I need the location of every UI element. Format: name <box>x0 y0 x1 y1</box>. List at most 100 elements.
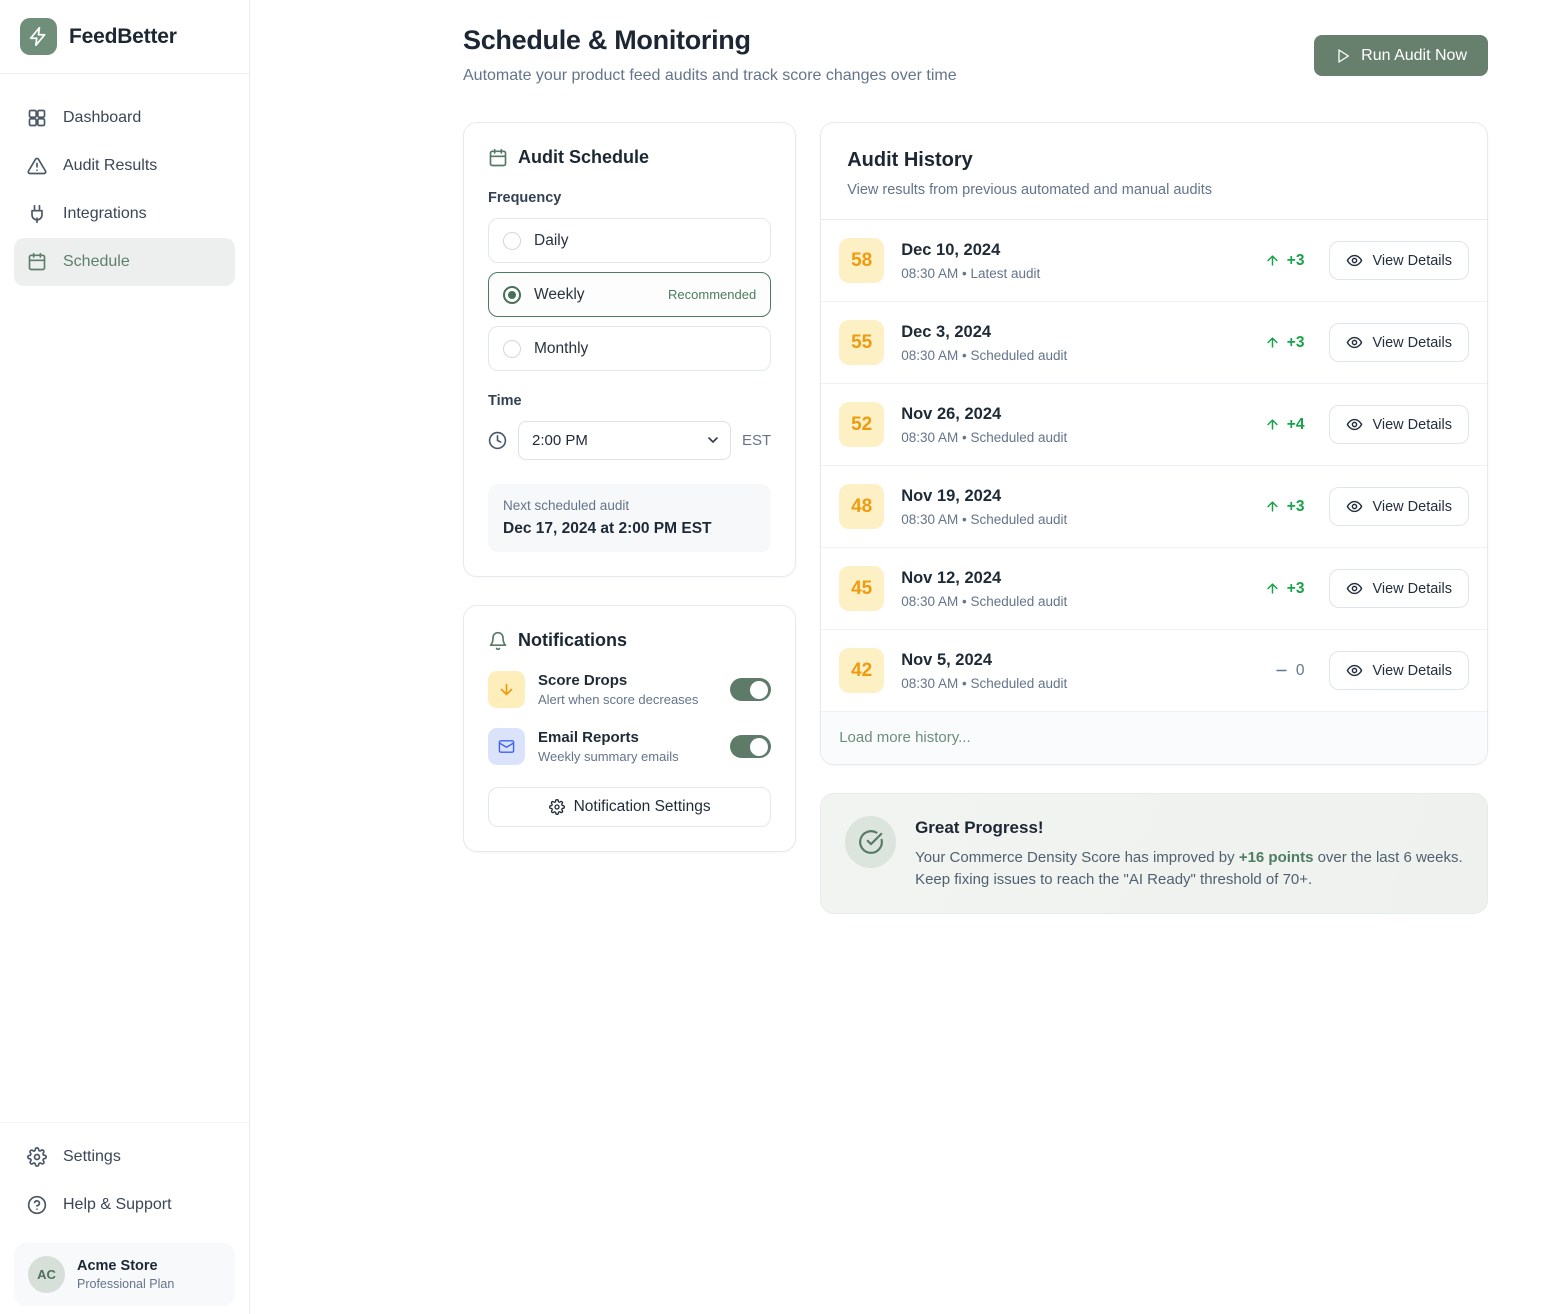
audit-history-row: 52 Nov 26, 2024 08:30 AM • Scheduled aud… <box>821 384 1487 466</box>
progress-callout-text: Your Commerce Density Score has improved… <box>915 847 1463 891</box>
arrow-down-icon <box>488 671 525 708</box>
audit-history-row: 45 Nov 12, 2024 08:30 AM • Scheduled aud… <box>821 548 1487 630</box>
dashboard-grid-icon <box>27 108 47 128</box>
score-drops-toggle[interactable] <box>730 678 771 701</box>
notification-email-reports: Email Reports Weekly summary emails <box>488 728 771 765</box>
frequency-option-daily[interactable]: Daily <box>488 218 771 263</box>
main-content: Schedule & Monitoring Automate your prod… <box>250 0 1544 1314</box>
sidebar-item-label: Help & Support <box>63 1196 172 1214</box>
view-details-button[interactable]: View Details <box>1329 651 1469 690</box>
progress-callout: Great Progress! Your Commerce Density Sc… <box>820 793 1488 914</box>
plug-icon <box>27 204 47 224</box>
sidebar: FeedBetter Dashboard Audit Results Integ… <box>0 0 250 1314</box>
eye-icon <box>1346 416 1363 433</box>
trend-up-icon <box>1265 253 1280 268</box>
score-delta: +3 <box>1265 580 1305 598</box>
frequency-option-weekly[interactable]: Weekly Recommended <box>488 272 771 317</box>
eye-icon <box>1346 580 1363 597</box>
next-scheduled-audit-box: Next scheduled audit Dec 17, 2024 at 2:0… <box>488 484 771 552</box>
calendar-icon <box>27 252 47 272</box>
warning-triangle-icon <box>27 156 47 176</box>
frequency-option-monthly[interactable]: Monthly <box>488 326 771 371</box>
view-details-button[interactable]: View Details <box>1329 569 1469 608</box>
eye-icon <box>1346 252 1363 269</box>
score-delta: +3 <box>1265 334 1305 352</box>
score-delta: +3 <box>1265 498 1305 516</box>
view-details-button[interactable]: View Details <box>1329 323 1469 362</box>
notifications-card: Notifications Score Drops Alert when sco… <box>463 605 796 852</box>
page-title: Schedule & Monitoring <box>463 25 957 56</box>
sidebar-item-help-support[interactable]: Help & Support <box>14 1181 235 1229</box>
score-delta: +4 <box>1265 416 1305 434</box>
radio-monthly[interactable] <box>503 340 521 358</box>
recommended-badge: Recommended <box>668 287 756 302</box>
next-audit-label: Next scheduled audit <box>503 498 756 513</box>
account-card[interactable]: AC Acme Store Professional Plan <box>14 1243 235 1306</box>
notification-score-drops: Score Drops Alert when score decreases <box>488 671 771 708</box>
audit-history-title: Audit History <box>847 149 1461 172</box>
app-name: FeedBetter <box>69 25 177 49</box>
run-audit-now-button[interactable]: Run Audit Now <box>1314 35 1488 76</box>
sidebar-item-label: Audit Results <box>63 157 157 175</box>
gear-icon <box>549 799 565 815</box>
trend-up-icon <box>1265 581 1280 596</box>
sidebar-item-audit-results[interactable]: Audit Results <box>14 142 235 190</box>
trend-up-icon <box>1265 499 1280 514</box>
sidebar-item-label: Integrations <box>63 205 147 223</box>
progress-callout-title: Great Progress! <box>915 818 1463 838</box>
mail-icon <box>488 728 525 765</box>
view-details-button[interactable]: View Details <box>1329 241 1469 280</box>
audit-history-row: 48 Nov 19, 2024 08:30 AM • Scheduled aud… <box>821 466 1487 548</box>
sidebar-item-dashboard[interactable]: Dashboard <box>14 94 235 142</box>
eye-icon <box>1346 498 1363 515</box>
score-delta: 0 <box>1274 662 1305 680</box>
view-details-button[interactable]: View Details <box>1329 405 1469 444</box>
radio-weekly[interactable] <box>503 286 521 304</box>
page-subtitle: Automate your product feed audits and tr… <box>463 67 957 85</box>
sidebar-item-label: Settings <box>63 1148 121 1166</box>
audit-history-row: 58 Dec 10, 2024 08:30 AM • Latest audit … <box>821 220 1487 302</box>
timezone-label: EST <box>742 432 771 449</box>
score-badge: 52 <box>839 402 884 447</box>
avatar: AC <box>28 1256 65 1293</box>
account-plan: Professional Plan <box>77 1277 174 1291</box>
score-delta: +3 <box>1265 252 1305 270</box>
audit-history-row: 42 Nov 5, 2024 08:30 AM • Scheduled audi… <box>821 630 1487 712</box>
help-circle-icon <box>27 1195 47 1215</box>
notifications-title: Notifications <box>518 630 627 651</box>
score-badge: 58 <box>839 238 884 283</box>
play-icon <box>1335 48 1351 64</box>
sidebar-item-integrations[interactable]: Integrations <box>14 190 235 238</box>
time-select[interactable]: 2:00 PM <box>518 421 731 460</box>
sidebar-item-label: Dashboard <box>63 109 141 127</box>
trend-flat-icon <box>1274 663 1289 678</box>
sidebar-nav: Dashboard Audit Results Integrations Sch… <box>0 74 249 286</box>
email-reports-toggle[interactable] <box>730 735 771 758</box>
audit-schedule-card: Audit Schedule Frequency Daily Weekly Re… <box>463 122 796 577</box>
progress-highlight: +16 points <box>1239 849 1314 866</box>
radio-daily[interactable] <box>503 232 521 250</box>
sidebar-item-label: Schedule <box>63 253 130 271</box>
audit-history-row: 55 Dec 3, 2024 08:30 AM • Scheduled audi… <box>821 302 1487 384</box>
score-badge: 42 <box>839 648 884 693</box>
notification-settings-button[interactable]: Notification Settings <box>488 787 771 827</box>
audit-history-subtitle: View results from previous automated and… <box>847 182 1461 198</box>
time-label: Time <box>488 393 771 409</box>
run-audit-now-label: Run Audit Now <box>1361 47 1467 65</box>
load-more-link[interactable]: Load more history... <box>839 729 970 746</box>
sidebar-item-schedule[interactable]: Schedule <box>14 238 235 286</box>
bell-icon <box>488 631 508 651</box>
audit-history-card: Audit History View results from previous… <box>820 122 1488 765</box>
view-details-button[interactable]: View Details <box>1329 487 1469 526</box>
check-circle-icon <box>845 816 896 868</box>
sidebar-item-settings[interactable]: Settings <box>14 1133 235 1181</box>
score-badge: 55 <box>839 320 884 365</box>
page-header: Schedule & Monitoring Automate your prod… <box>463 25 1488 85</box>
audit-history-footer: Load more history... <box>821 712 1487 764</box>
clock-icon <box>488 431 507 450</box>
trend-up-icon <box>1265 335 1280 350</box>
audit-schedule-title: Audit Schedule <box>518 147 649 168</box>
eye-icon <box>1346 662 1363 679</box>
gear-icon <box>27 1147 47 1167</box>
trend-up-icon <box>1265 417 1280 432</box>
